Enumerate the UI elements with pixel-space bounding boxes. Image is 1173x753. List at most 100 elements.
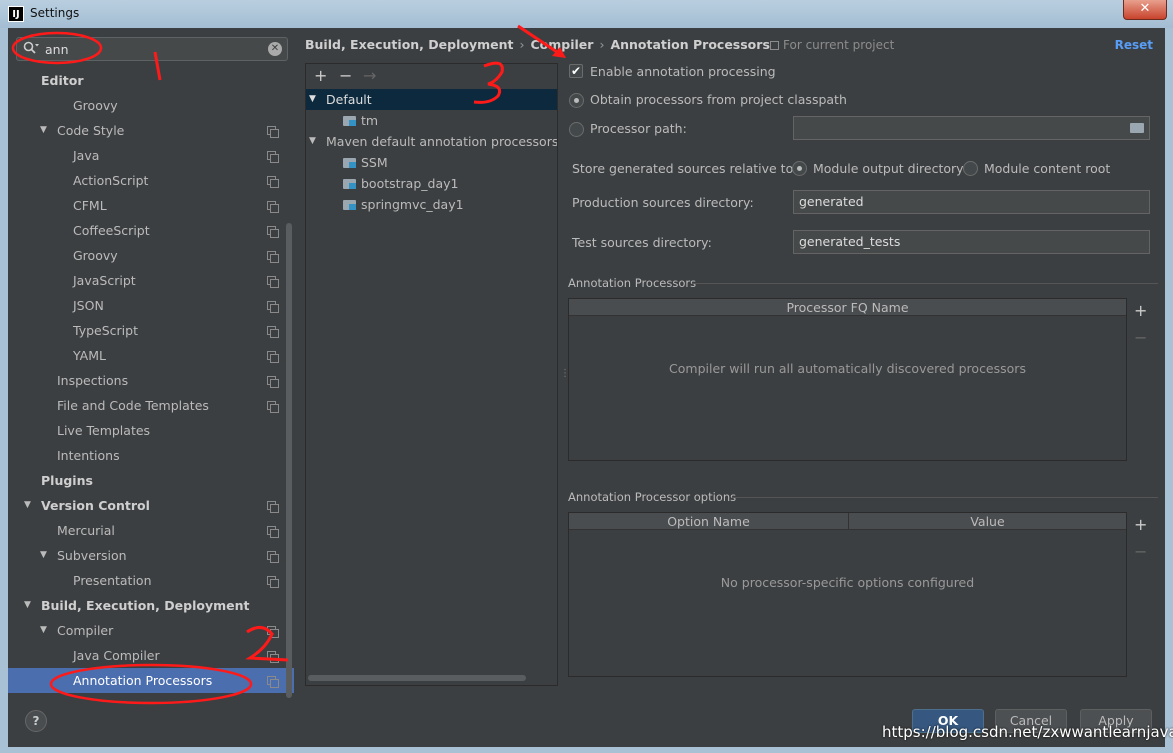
- sidebar-item[interactable]: Presentation: [8, 568, 294, 593]
- clear-search-icon[interactable]: ✕: [268, 42, 282, 56]
- window-close-button[interactable]: ✕: [1123, 0, 1167, 20]
- sidebar-item[interactable]: CoffeeScript: [8, 218, 294, 243]
- project-scope-icon: [267, 526, 279, 538]
- expand-arrow-icon[interactable]: ▼: [24, 593, 31, 618]
- profiles-horizontal-scrollbar[interactable]: [308, 675, 526, 681]
- sidebar-item[interactable]: ActionScript: [8, 168, 294, 193]
- profile-tree-row[interactable]: springmvc_day1: [306, 194, 557, 215]
- sidebar-item[interactable]: Plugins: [8, 468, 294, 493]
- sidebar-item-label: Intentions: [57, 448, 120, 463]
- sidebar-item[interactable]: ▼ Subversion: [8, 543, 294, 568]
- enable-annotation-processing-label: Enable annotation processing: [590, 64, 776, 79]
- search-icon: [23, 41, 39, 58]
- sidebar-item[interactable]: JSON: [8, 293, 294, 318]
- sidebar-item[interactable]: ▼ Build, Execution, Deployment: [8, 593, 294, 618]
- remove-profile-icon[interactable]: −: [339, 66, 352, 85]
- sidebar-item[interactable]: JavaScript: [8, 268, 294, 293]
- section-divider: [732, 497, 1158, 498]
- settings-search-box[interactable]: ✕: [16, 37, 288, 61]
- module-content-root-radio[interactable]: [963, 161, 978, 176]
- profile-tree-label: SSM: [361, 155, 388, 170]
- production-dir-label: Production sources directory:: [572, 195, 754, 210]
- profile-tree-row[interactable]: SSM: [306, 152, 557, 173]
- settings-dialog: ✕ Editor Groovy ▼ Code Style Java ActionScrip…: [8, 28, 1165, 747]
- expand-arrow-icon[interactable]: ▼: [24, 493, 31, 518]
- sidebar-item[interactable]: YAML: [8, 343, 294, 368]
- sidebar-item[interactable]: CFML: [8, 193, 294, 218]
- sidebar-item[interactable]: ▼ Compiler: [8, 618, 294, 643]
- help-button[interactable]: ?: [25, 710, 47, 732]
- enable-annotation-processing-checkbox[interactable]: ✔: [569, 64, 583, 78]
- module-content-root-label: Module content root: [984, 161, 1111, 176]
- breadcrumb-item: Compiler: [530, 37, 594, 52]
- sidebar-item[interactable]: Mercurial: [8, 518, 294, 543]
- module-folder-icon: [343, 116, 356, 126]
- sidebar-item[interactable]: Intentions: [8, 443, 294, 468]
- processor-path-field[interactable]: [793, 116, 1150, 140]
- processor-path-radio[interactable]: [569, 122, 584, 137]
- sidebar-item[interactable]: Groovy: [8, 243, 294, 268]
- module-output-directory-radio[interactable]: [792, 161, 807, 176]
- sidebar-item-label: JSON: [73, 298, 104, 313]
- reset-link[interactable]: Reset: [1115, 38, 1153, 52]
- sidebar-item[interactable]: Java Compiler: [8, 643, 294, 668]
- module-folder-icon: [343, 200, 356, 210]
- sidebar-item[interactable]: Live Templates: [8, 418, 294, 443]
- sidebar-item-label: Groovy: [73, 98, 118, 113]
- expand-arrow-icon[interactable]: ▼: [40, 543, 47, 568]
- remove-option-icon[interactable]: −: [1134, 542, 1147, 561]
- profile-tree-row[interactable]: tm: [306, 110, 557, 131]
- test-dir-input[interactable]: generated_tests: [793, 230, 1150, 254]
- settings-search-input[interactable]: [43, 40, 263, 58]
- expand-arrow-icon[interactable]: ▼: [40, 618, 47, 643]
- project-scope-icon: [267, 326, 279, 338]
- option-name-column[interactable]: Option Name: [569, 513, 849, 530]
- sidebar-item[interactable]: ▼ Version Control: [8, 493, 294, 518]
- processor-settings-form: ✔ Enable annotation processing Obtain pr…: [568, 58, 1158, 693]
- processor-options-table[interactable]: Option Name Value No processor-specific …: [568, 512, 1127, 677]
- add-processor-icon[interactable]: +: [1134, 301, 1147, 320]
- sidebar-item[interactable]: Groovy: [8, 93, 294, 118]
- sidebar-item[interactable]: Java: [8, 143, 294, 168]
- production-dir-input[interactable]: generated: [793, 190, 1150, 214]
- sidebar-item-label: TypeScript: [73, 323, 138, 338]
- profile-tree-row[interactable]: bootstrap_day1: [306, 173, 557, 194]
- sidebar-scrollbar[interactable]: [286, 223, 292, 698]
- sidebar-item[interactable]: File and Code Templates: [8, 393, 294, 418]
- breadcrumb-separator: ›: [599, 37, 605, 52]
- sidebar-item[interactable]: Inspections: [8, 368, 294, 393]
- add-option-icon[interactable]: +: [1134, 515, 1147, 534]
- move-module-icon[interactable]: →: [363, 66, 376, 85]
- sidebar-item[interactable]: Editor: [8, 68, 294, 93]
- window-title: Settings: [30, 6, 80, 20]
- obtain-from-classpath-label: Obtain processors from project classpath: [590, 92, 847, 107]
- project-scope-icon: [267, 251, 279, 263]
- project-scope-icon: [267, 126, 279, 138]
- settings-content: Build, Execution, Deployment › Compiler › An…: [296, 28, 1165, 698]
- project-scope-icon: [267, 501, 279, 513]
- add-profile-icon[interactable]: +: [314, 66, 327, 85]
- sidebar-item[interactable]: TypeScript: [8, 318, 294, 343]
- expand-arrow-icon[interactable]: ▼: [309, 89, 316, 110]
- option-value-column[interactable]: Value: [849, 513, 1126, 530]
- processors-table[interactable]: Processor FQ Name Compiler will run all …: [568, 298, 1127, 461]
- sidebar-item-label: Presentation: [73, 573, 152, 588]
- project-scope-icon: [267, 301, 279, 313]
- sidebar-item-label: Java Compiler: [73, 648, 160, 663]
- browse-folder-icon[interactable]: [1130, 123, 1144, 133]
- sidebar-item[interactable]: Annotation Processors: [8, 668, 294, 693]
- project-scope-icon: [267, 551, 279, 563]
- remove-processor-icon[interactable]: −: [1134, 328, 1147, 347]
- expand-arrow-icon[interactable]: ▼: [40, 118, 47, 143]
- processor-fq-name-column[interactable]: Processor FQ Name: [569, 299, 1126, 316]
- project-scope-icon: [267, 276, 279, 288]
- obtain-from-classpath-radio[interactable]: [569, 93, 584, 108]
- sidebar-item-label: Subversion: [57, 548, 127, 563]
- watermark-text: https://blog.csdn.net/zxwwantlearnjava: [882, 723, 1173, 741]
- sidebar-item[interactable]: ▼ Code Style: [8, 118, 294, 143]
- profile-tree-row[interactable]: ▼ Default: [306, 89, 557, 110]
- profile-tree-row[interactable]: ▼ Maven default annotation processors pro…: [306, 131, 557, 152]
- scope-label: For current project: [770, 38, 894, 52]
- breadcrumb-item: Build, Execution, Deployment: [305, 37, 514, 52]
- expand-arrow-icon[interactable]: ▼: [309, 131, 316, 152]
